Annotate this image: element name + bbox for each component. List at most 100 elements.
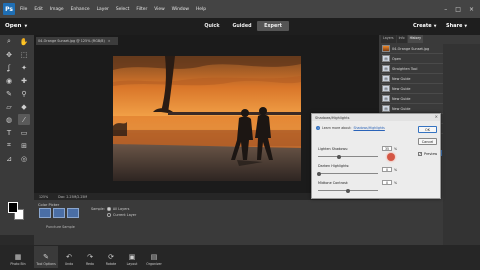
spot-healing-tool-icon[interactable]: ✚ [18, 75, 30, 86]
menu-view[interactable]: View [154, 7, 164, 12]
lighten-shadows-slider[interactable] [318, 154, 378, 159]
menu-bar: Ps File Edit Image Enhance Layer Select … [0, 0, 480, 18]
radio-all-layers[interactable] [106, 207, 111, 211]
create-button[interactable]: Create ▼ [413, 21, 443, 31]
red-eye-tool-icon[interactable]: ◎ [18, 153, 30, 164]
crop-tool-icon[interactable]: ⌗ [3, 140, 15, 151]
tab-info[interactable]: Info [396, 35, 407, 43]
move-tool-icon[interactable]: ✥ [3, 49, 15, 60]
history-label: Straighten Tool [392, 66, 418, 71]
current-layer-label: Current Layer [113, 213, 137, 217]
doc-size: Doc: 2.25M/2.25M [58, 194, 88, 199]
tab-quick[interactable]: Quick [196, 21, 228, 31]
paint-bucket-tool-icon[interactable]: ◆ [18, 101, 30, 112]
learn-more-link[interactable]: Shadows/Highlights [353, 126, 384, 130]
menu-edit[interactable]: Edit [34, 7, 43, 12]
sample-label: Sample: [91, 207, 105, 211]
lighten-shadows-value[interactable]: 35 [382, 146, 392, 151]
minimize-icon[interactable]: – [444, 6, 447, 13]
menu-layer[interactable]: Layer [97, 7, 109, 12]
layout-button[interactable]: ▣ Layout [120, 246, 144, 268]
close-icon[interactable]: × [108, 39, 111, 43]
foreground-color-swatch[interactable] [8, 202, 18, 213]
dialog-title-bar: Shadows/Highlights [312, 114, 440, 121]
menu-select[interactable]: Select [116, 7, 130, 12]
redo-label: Redo [85, 262, 94, 266]
image-thumbnail-icon [382, 45, 390, 52]
midtone-contrast-value[interactable]: 0 [382, 180, 392, 185]
menu-help[interactable]: Help [196, 7, 206, 12]
history-item[interactable]: ▤ Straighten Tool [381, 64, 443, 74]
history-label: New Guide [392, 76, 411, 81]
history-item[interactable]: 04-Orange Sunset.jpg [381, 44, 443, 54]
darken-highlights-slider[interactable] [317, 171, 378, 176]
lasso-tool-icon[interactable]: ʆ [3, 62, 15, 73]
menu-image[interactable]: Image [50, 7, 64, 12]
menu-window[interactable]: Window [172, 7, 189, 12]
app-logo: Ps [3, 3, 15, 15]
document-icon: ▤ [382, 85, 390, 92]
rotate-label: Rotate [105, 262, 117, 266]
blur-tool-icon[interactable]: ◍ [3, 114, 15, 125]
brush-tool-icon[interactable]: ✎ [3, 88, 15, 99]
history-item[interactable]: ▤ New Guide [381, 84, 443, 94]
rotate-icon: ⟳ [108, 253, 114, 261]
recompose-tool-icon[interactable]: ⊞ [18, 140, 30, 151]
eraser-tool-icon[interactable]: ▱ [3, 101, 15, 112]
menu-filter[interactable]: Filter [136, 7, 147, 12]
document-icon: ▤ [382, 55, 390, 62]
radio-current-layer[interactable] [107, 213, 111, 217]
marquee-tool-icon[interactable]: ⬚ [18, 49, 30, 60]
tool-options-button[interactable]: ✎ Tool Options [34, 246, 58, 268]
tab-guided[interactable]: Guided [226, 21, 258, 31]
tab-history[interactable]: History [407, 35, 423, 43]
share-button[interactable]: Share ▼ [446, 21, 476, 31]
hand-tool-icon[interactable]: ✋ [18, 36, 30, 47]
midtone-contrast-knob[interactable] [346, 188, 350, 193]
darken-highlights-value[interactable]: 0 [382, 167, 392, 172]
lighten-shadows-knob[interactable] [337, 154, 341, 159]
panel-right-area [443, 44, 480, 245]
close-icon[interactable]: × [435, 114, 438, 119]
5x5-sample-button[interactable] [67, 208, 79, 218]
eye-tool-icon[interactable]: ◉ [3, 75, 15, 86]
point-sample-button[interactable] [39, 208, 51, 218]
history-item[interactable]: ▤ New Guide [381, 74, 443, 84]
photo-bin-button[interactable]: ▦ Photo Bin [6, 246, 30, 268]
document-title: 04-Orange Sunset.jpg @ 125% (RGB/8) [38, 39, 105, 43]
tab-expert[interactable]: Expert [257, 21, 289, 31]
tab-layers[interactable]: Layers [381, 35, 396, 43]
magic-wand-tool-icon[interactable]: ✦ [18, 62, 30, 73]
history-item[interactable]: ▤ Open [381, 54, 443, 64]
ok-button[interactable]: OK [418, 126, 437, 133]
cancel-button[interactable]: Cancel [418, 138, 437, 145]
history-label: Open [392, 56, 402, 61]
straighten-tool-icon[interactable]: ⊿ [3, 153, 15, 164]
history-item[interactable]: ▤ New Guide [381, 94, 443, 104]
menu-enhance[interactable]: Enhance [71, 7, 90, 12]
organizer-button[interactable]: ▤ Organizer [142, 246, 166, 268]
panel-tabs: Layers Info History [381, 35, 423, 43]
learn-more-row: i Learn more about: Shadows/Highlights [316, 126, 385, 130]
preview-checkbox[interactable]: ✓ [418, 152, 422, 156]
organizer-label: Organizer [146, 262, 162, 266]
document-tab[interactable]: 04-Orange Sunset.jpg @ 125% (RGB/8) × [36, 37, 118, 45]
open-button[interactable]: Open ▼ [5, 21, 35, 31]
midtone-contrast-label: Midtone Contrast: [318, 181, 349, 185]
3x3-sample-button[interactable] [53, 208, 65, 218]
menu-file[interactable]: File [20, 7, 27, 12]
color-picker-tool-icon[interactable]: ⁄ [18, 114, 30, 125]
darken-highlights-knob[interactable] [317, 171, 321, 176]
midtone-contrast-slider[interactable] [318, 188, 378, 193]
sample-group: Sample: All Layers Current Layer [91, 207, 136, 217]
close-icon[interactable]: × [469, 6, 474, 13]
layout-icon: ▣ [128, 253, 136, 261]
photo-bin-icon: ▦ [14, 253, 22, 261]
clone-stamp-tool-icon[interactable]: ⚲ [18, 88, 30, 99]
create-label: Create [413, 23, 432, 29]
zoom-tool-icon[interactable]: ⌕ [3, 36, 15, 47]
shape-tool-icon[interactable]: ▭ [18, 127, 30, 138]
document-image[interactable] [113, 56, 301, 181]
type-tool-icon[interactable]: T [3, 127, 15, 138]
maximize-icon[interactable]: □ [455, 6, 461, 13]
